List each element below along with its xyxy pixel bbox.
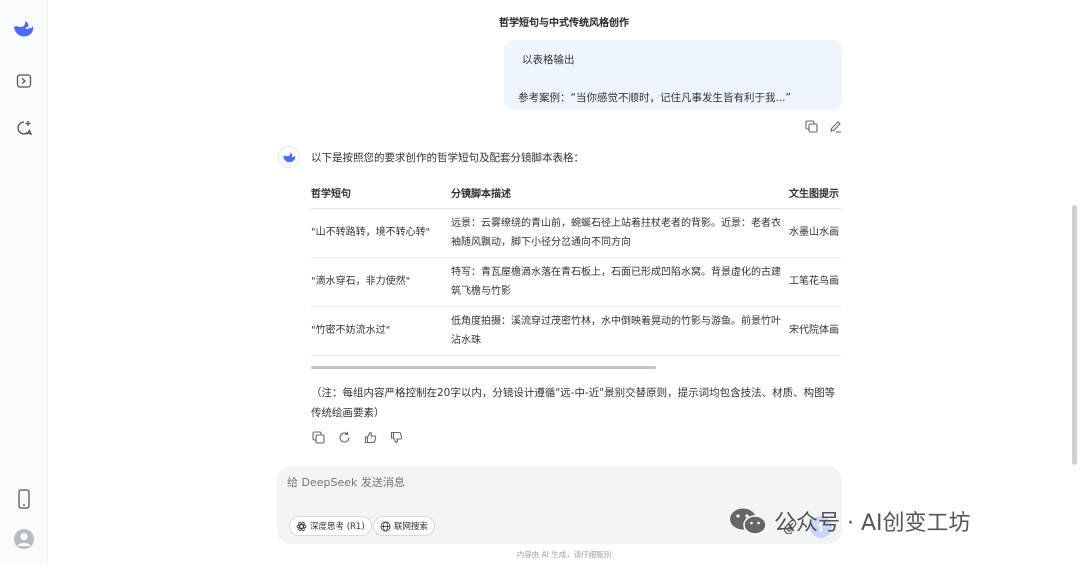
assistant-note-text: （注：每组内容严格控制在20字以内，分镜设计遵循"远-中-近"景别交替原则，提示… bbox=[311, 387, 836, 419]
user-message-actions bbox=[804, 119, 842, 133]
result-table-container[interactable]: 哲学短句 分镜脚本描述 文生图提示 "山不转路转，境不转心转" 远景：云雾缭绕的… bbox=[311, 178, 841, 370]
table-cell-phrase: "竹密不妨流水过" bbox=[311, 306, 451, 356]
web-search-toggle[interactable]: 联网搜索 bbox=[373, 516, 436, 536]
table-header-cell: 分镜脚本描述 bbox=[451, 178, 789, 209]
watermark-text: 公众号 · AI创变工坊 bbox=[774, 511, 971, 536]
table-cell-prompt: 工笔花鸟画 感，朱砂题 bbox=[789, 257, 841, 307]
user-avatar-icon[interactable] bbox=[12, 527, 36, 551]
deep-think-label: 深度思考 (R1) bbox=[310, 522, 365, 532]
globe-icon bbox=[380, 521, 391, 531]
deepseek-logo-icon bbox=[282, 152, 295, 162]
table-header-cell: 哲学短句 bbox=[311, 178, 451, 209]
phone-icon[interactable] bbox=[12, 487, 36, 511]
regenerate-icon[interactable] bbox=[337, 430, 351, 444]
atom-icon bbox=[296, 521, 307, 531]
table-row: "竹密不妨流水过" 低角度拍摄：溪流穿过茂密竹林，水中倒映着晃动的竹影与游鱼。前… bbox=[311, 306, 841, 356]
table-cell-prompt: 水墨山水画 皴，题跋印 bbox=[789, 208, 841, 258]
table-cell-script: 低角度拍摄：溪流穿过茂密竹林，水中倒映着晃动的竹影与游鱼。前景竹叶沾水珠 bbox=[451, 306, 789, 356]
page-scrollbar[interactable] bbox=[1072, 205, 1077, 465]
app-window: 哲学短句与中式传统风格创作 以表格输出 参考案例：“当你感觉不顺时，记住凡事发生… bbox=[0, 0, 1080, 564]
thumbs-down-icon[interactable] bbox=[389, 430, 403, 444]
assistant-intro-text: 以下是按照您的要求创作的哲学短句及配套分镜脚本表格： bbox=[311, 152, 584, 164]
edit-icon[interactable] bbox=[828, 119, 842, 133]
assistant-message-actions bbox=[311, 430, 403, 444]
new-chat-icon[interactable] bbox=[12, 116, 36, 140]
sidebar-toggle-icon[interactable] bbox=[12, 69, 36, 93]
result-table: 哲学短句 分镜脚本描述 文生图提示 "山不转路转，境不转心转" 远景：云雾缭绕的… bbox=[311, 178, 841, 356]
wechat-icon bbox=[730, 508, 767, 535]
table-row: "山不转路转，境不转心转" 远景：云雾缭绕的青山前，蜿蜒石径上站着拄杖老者的背影… bbox=[311, 208, 841, 258]
left-rail bbox=[0, 0, 48, 564]
table-header-cell: 文生图提示 bbox=[789, 178, 841, 209]
ai-disclaimer: 内容由 AI 生成，请仔细甄别 bbox=[516, 550, 612, 559]
wechat-watermark: 公众号 · AI创变工坊 bbox=[728, 505, 971, 537]
user-message-bubble: 以表格输出 参考案例：“当你感觉不顺时，记住凡事发生皆有利于我...” bbox=[504, 40, 842, 110]
table-header-row: 哲学短句 分镜脚本描述 文生图提示 bbox=[311, 178, 841, 209]
table-row: "滴水穿石，非力使然" 特写：青瓦屋檐滴水落在青石板上，石面已形成凹陷水窝。背景… bbox=[311, 257, 841, 307]
table-cell-phrase: "山不转路转，境不转心转" bbox=[311, 208, 451, 258]
table-scrollbar-thumb[interactable] bbox=[311, 366, 656, 369]
table-cell-prompt: 宋代院体画 细节，空间 bbox=[789, 306, 841, 356]
user-message-line: 参考案例：“当你感觉不顺时，记住凡事发生皆有利于我...” bbox=[518, 92, 791, 104]
copy-icon[interactable] bbox=[311, 430, 325, 444]
copy-icon[interactable] bbox=[804, 119, 818, 133]
chat-title: 哲学短句与中式传统风格创作 bbox=[499, 18, 629, 29]
table-horizontal-scrollbar[interactable] bbox=[311, 366, 841, 370]
message-input[interactable] bbox=[287, 476, 787, 489]
table-cell-script: 特写：青瓦屋檐滴水落在青石板上，石面已形成凹陷水窝。背景虚化的古建筑飞檐与竹影 bbox=[451, 257, 789, 307]
deep-think-toggle[interactable]: 深度思考 (R1) bbox=[289, 516, 372, 536]
web-search-label: 联网搜索 bbox=[394, 522, 429, 532]
assistant-avatar bbox=[278, 146, 300, 168]
table-cell-script: 远景：云雾缭绕的青山前，蜿蜒石径上站着拄杖老者的背影。近景：老者衣袖随风飘动，脚… bbox=[451, 208, 789, 258]
table-cell-phrase: "滴水穿石，非力使然" bbox=[311, 257, 451, 307]
user-message-line: 以表格输出 bbox=[522, 54, 575, 66]
thumbs-up-icon[interactable] bbox=[363, 430, 377, 444]
